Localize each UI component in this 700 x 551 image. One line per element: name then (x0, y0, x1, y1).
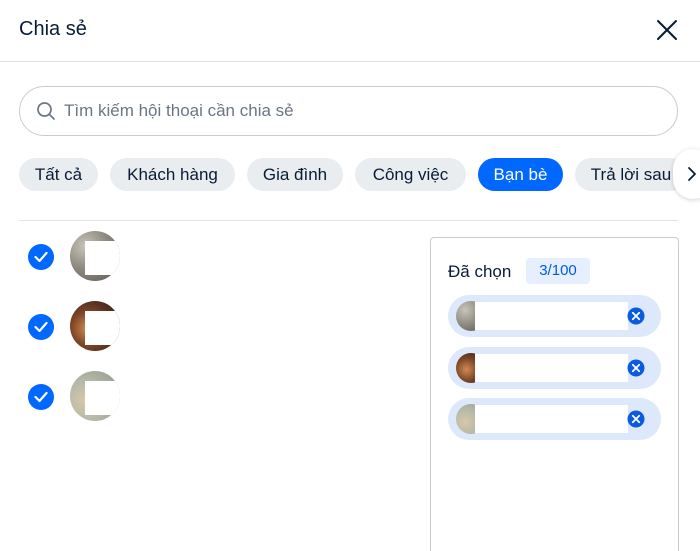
selected-panel: Đã chọn 3/100 (430, 237, 679, 551)
check-icon (34, 321, 48, 333)
tab-friends[interactable]: Bạn bè (478, 158, 563, 191)
remove-circle-icon[interactable] (626, 306, 646, 326)
search-input[interactable] (64, 97, 664, 125)
tab-customers[interactable]: Khách hàng (110, 158, 235, 191)
tab-reply-later[interactable]: Trả lời sau (575, 158, 679, 191)
selected-title: Đã chọn (448, 262, 512, 281)
selected-chip (448, 295, 661, 337)
contact-row[interactable] (26, 301, 126, 353)
close-button[interactable] (652, 15, 682, 45)
remove-circle-icon[interactable] (626, 409, 646, 429)
divider (19, 220, 678, 221)
tabs-next-button[interactable] (673, 149, 700, 199)
chip-name (476, 405, 628, 433)
avatar (70, 231, 120, 281)
chevron-right-icon (688, 167, 696, 181)
remove-circle-icon[interactable] (626, 358, 646, 378)
chip-name (476, 354, 628, 382)
dialog-header: Chia sẻ (0, 0, 700, 62)
selected-chip (448, 347, 661, 389)
check-icon (34, 391, 48, 403)
search-icon (37, 102, 55, 120)
selected-chip (448, 398, 661, 440)
checkbox-checked[interactable] (28, 384, 54, 410)
chip-name (476, 302, 628, 330)
tab-family[interactable]: Gia đình (247, 158, 343, 191)
close-icon (657, 20, 677, 40)
checkbox-checked[interactable] (28, 314, 54, 340)
category-tabs: Tất cả Khách hàng Gia đình Công việc Bạn… (19, 158, 679, 191)
search-box[interactable] (19, 86, 678, 136)
tab-all[interactable]: Tất cả (19, 158, 98, 191)
avatar (70, 371, 120, 421)
contact-row[interactable] (26, 231, 126, 283)
tab-work[interactable]: Công việc (355, 158, 466, 191)
selected-count-badge: 3/100 (526, 258, 590, 284)
dialog-title: Chia sẻ (19, 18, 87, 40)
check-icon (34, 251, 48, 263)
contact-row[interactable] (26, 371, 126, 423)
avatar (70, 301, 120, 351)
checkbox-checked[interactable] (28, 244, 54, 270)
